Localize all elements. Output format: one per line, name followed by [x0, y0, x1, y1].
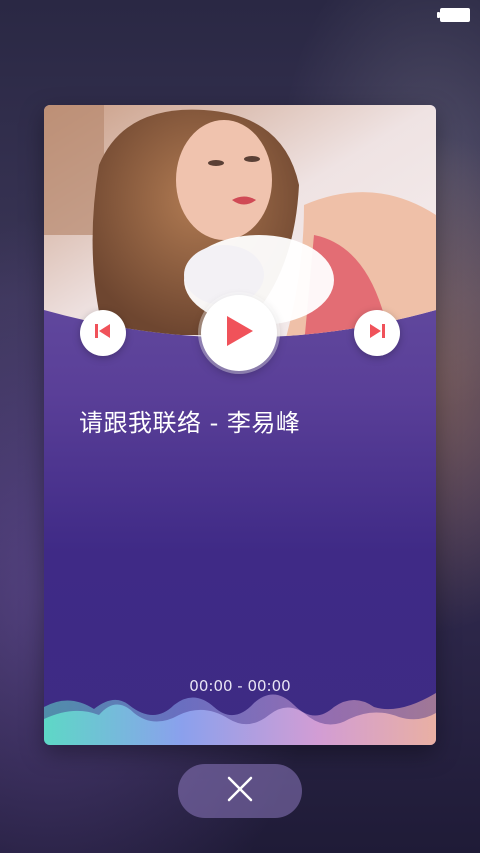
playback-controls: [44, 295, 436, 375]
close-icon: [227, 776, 253, 806]
previous-button[interactable]: [80, 310, 126, 356]
next-button[interactable]: [354, 310, 400, 356]
battery-icon: [437, 8, 470, 22]
skip-next-icon: [368, 323, 386, 343]
player-screen: 请跟我联络 - 李易峰 00:00 - 00:00: [0, 0, 480, 853]
play-icon: [223, 314, 255, 352]
skip-previous-icon: [94, 323, 112, 343]
close-button[interactable]: [178, 764, 302, 818]
song-title: 请跟我联络 - 李易峰: [79, 409, 301, 437]
music-player-card: 请跟我联络 - 李易峰 00:00 - 00:00: [44, 105, 436, 745]
audio-waveform: [44, 685, 436, 745]
play-button[interactable]: [201, 295, 277, 371]
